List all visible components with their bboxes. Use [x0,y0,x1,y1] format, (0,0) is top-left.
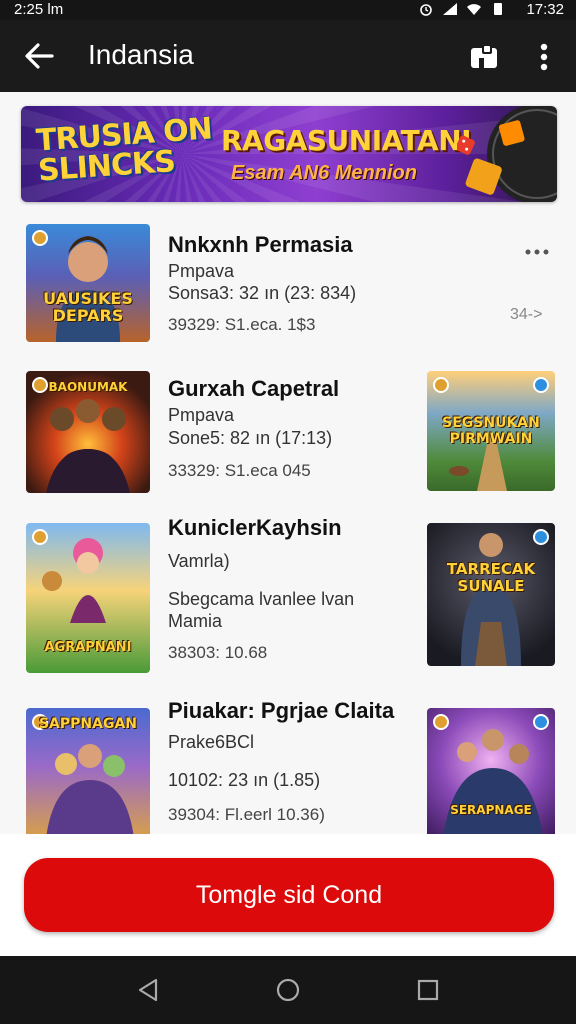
promo-banner[interactable]: TRUSIA ON SLINCKS RAGASUNIATANI Esam AN6… [21,106,557,202]
status-clock: 17:32 [526,1,564,18]
side-thumb-label: TARRECAK SUNALE [446,560,536,595]
item-detail: Sonsa3: 32 ın (23: 834) [168,283,357,303]
bottom-action-area: Tomgle sid Cond [0,834,576,956]
list-item[interactable]: SAPPNAGAN Piuakar: Pgrjae Claita Prake6B… [0,698,576,834]
list-item[interactable]: BAONUMAK Gurxah Capetral Pmpava Sone5: 8… [0,371,576,495]
item-title: Gurxah Capetral [168,376,340,401]
alarm-icon [420,4,432,16]
list-item[interactable]: AGRAPNANI KuniclerKayhsin Vamrla) Sbegca… [0,515,576,673]
primary-action-button[interactable]: Tomgle sid Cond [24,858,554,932]
info-badge-icon [533,714,549,730]
battery-icon [494,3,502,15]
thumb-label: UAUSIKES DEPARS [43,289,133,325]
item-thumbnail[interactable]: SAPPNAGAN [26,708,150,834]
info-badge-icon [533,529,549,545]
list-item[interactable]: UAUSIKES DEPARS Nnkxnh Permasia Pmpava S… [0,224,576,348]
item-subtitle: Pmpava [168,261,235,281]
thumb-label: SAPPNAGAN [38,716,138,732]
nav-recents-icon[interactable] [414,976,442,1004]
item-meta: 33329: S1.eca 045 [168,461,311,480]
item-side-thumbnail[interactable]: TARRECAK SUNALE [427,523,555,666]
rating-badge-icon [32,529,48,545]
rating-badge-icon [433,377,449,393]
item-meta: 39304: Fl.eerl 10.36) [168,805,325,824]
item-side-thumbnail[interactable]: SEGSNUKAN PIRMWAIN [427,371,555,491]
banner-subline: Esam AN6 Mennion [231,162,417,184]
status-bar: 2:25 lm 17:32 [0,0,576,20]
wifi-icon [467,4,481,15]
status-time: 2:25 lm [14,1,64,18]
item-title: Nnkxnh Permasia [168,232,353,257]
item-detail: 10102: 23 ın (1.85) [168,770,321,790]
item-meta: 39329: S1.eca. 1$3 [168,315,316,334]
more-vert-icon[interactable] [530,40,558,74]
cast-icon[interactable] [466,40,504,74]
content-list[interactable]: TRUSIA ON SLINCKS RAGASUNIATANI Esam AN6… [0,92,576,834]
signal-icon [443,3,457,15]
info-badge-icon [533,377,549,393]
system-nav-bar [0,956,576,1024]
item-arrow-meta: 34-> [510,306,543,323]
thumb-label: AGRAPNANI [44,640,132,655]
thumb-label: BAONUMAK [48,380,128,394]
item-side-thumbnail[interactable]: SERAPNAGE [427,708,555,834]
item-detail: Sbegcama lvanlee lvan [168,589,355,609]
dice-icon [457,106,557,202]
side-thumb-label: SERAPNAGE [450,803,532,817]
item-title: Piuakar: Pgrjae Claita [168,698,395,723]
item-detail: Sone5: 82 ın (17:13) [168,428,333,448]
nav-home-icon[interactable] [274,976,302,1004]
more-horiz-icon[interactable] [524,247,550,257]
page-title: Indansia [88,39,194,70]
rating-badge-icon [433,714,449,730]
system-icons [418,2,506,16]
side-thumb-label: SEGSNUKAN PIRMWAIN [442,415,540,447]
item-thumbnail[interactable]: BAONUMAK [26,371,150,493]
item-detail-2: Mamia [168,611,223,631]
item-meta: 38303: 10.68 [168,643,268,662]
item-subtitle: Pmpava [168,405,235,425]
back-arrow-icon[interactable] [20,38,58,74]
rating-badge-icon [32,230,48,246]
banner-headline: RAGASUNIATANI [221,124,472,157]
item-thumbnail[interactable]: UAUSIKES DEPARS [26,224,150,342]
item-thumbnail[interactable]: AGRAPNANI [26,523,150,673]
nav-back-icon[interactable] [134,976,162,1004]
app-bar: Indansia [0,20,576,92]
item-subtitle: Prake6BCl [168,732,255,752]
item-title: KuniclerKayhsin [168,515,342,540]
item-subtitle: Vamrla) [168,551,230,571]
